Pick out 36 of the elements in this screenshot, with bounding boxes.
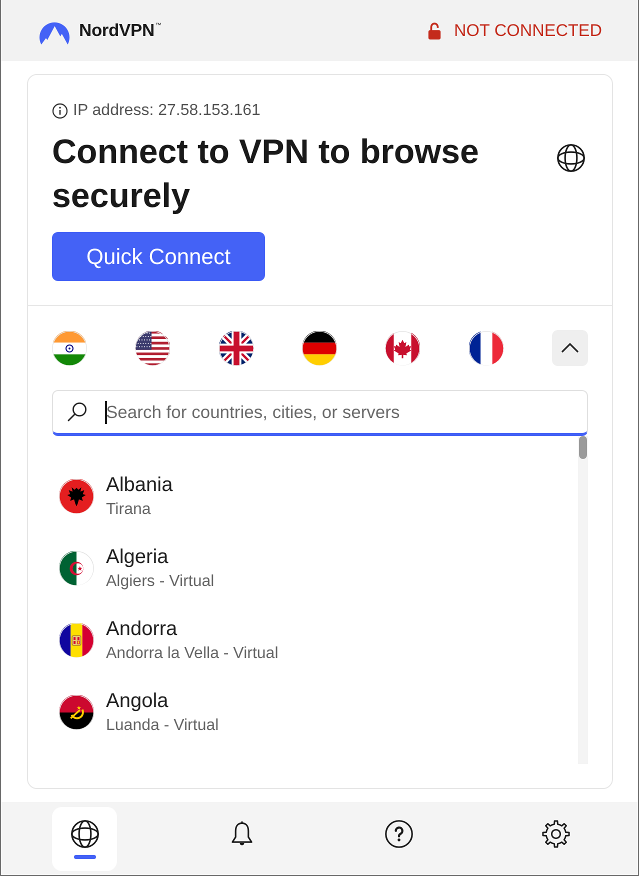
country-name[interactable]: Algeria (106, 544, 168, 568)
scrollbar-thumb[interactable] (579, 436, 587, 459)
uk-flag-icon[interactable] (218, 330, 254, 366)
france-flag-icon[interactable] (468, 330, 504, 366)
search-icon (66, 401, 88, 423)
search-field[interactable]: Search for countries, cities, or servers (52, 390, 588, 436)
country-name[interactable]: Angola (106, 688, 168, 712)
angola-flag-icon (59, 694, 94, 730)
andorra-flag-icon (59, 622, 94, 658)
active-tab-indicator (74, 854, 96, 858)
globe-tab[interactable] (52, 806, 117, 870)
ip-address: IP address: 27.58.153.161 (73, 102, 260, 120)
brand-name: NordVPN$^{™}$ (79, 20, 162, 41)
algeria-flag-icon (59, 550, 94, 586)
connect-heading: Connect to VPN to browse securely (52, 132, 480, 217)
country-name[interactable]: Andorra (106, 616, 178, 640)
settings-icon (540, 818, 570, 848)
server-location: Algiers - Virtual (106, 572, 214, 592)
globe-icon (70, 818, 100, 848)
info-icon (52, 103, 68, 119)
albania-flag-icon (59, 478, 94, 514)
scrollbar-track[interactable] (578, 436, 588, 764)
connection-status: NOT CONNECTED (454, 20, 602, 40)
server-location: Andorra la Vella - Virtual (106, 644, 278, 664)
germany-flag-icon[interactable] (302, 330, 337, 366)
help-icon (384, 818, 414, 848)
quick-connect-button[interactable]: Quick Connect (52, 232, 265, 281)
server-location: Luanda - Virtual (106, 716, 219, 736)
country-name[interactable]: Albania (106, 472, 173, 496)
india-flag-icon[interactable] (52, 330, 87, 366)
text-caret-icon (105, 400, 106, 424)
us-flag-icon[interactable] (135, 330, 170, 366)
collapse-button[interactable] (552, 330, 588, 366)
canada-flag-icon[interactable] (385, 330, 420, 366)
server-location: Tirana (106, 500, 151, 520)
globe-icon[interactable] (556, 143, 586, 173)
